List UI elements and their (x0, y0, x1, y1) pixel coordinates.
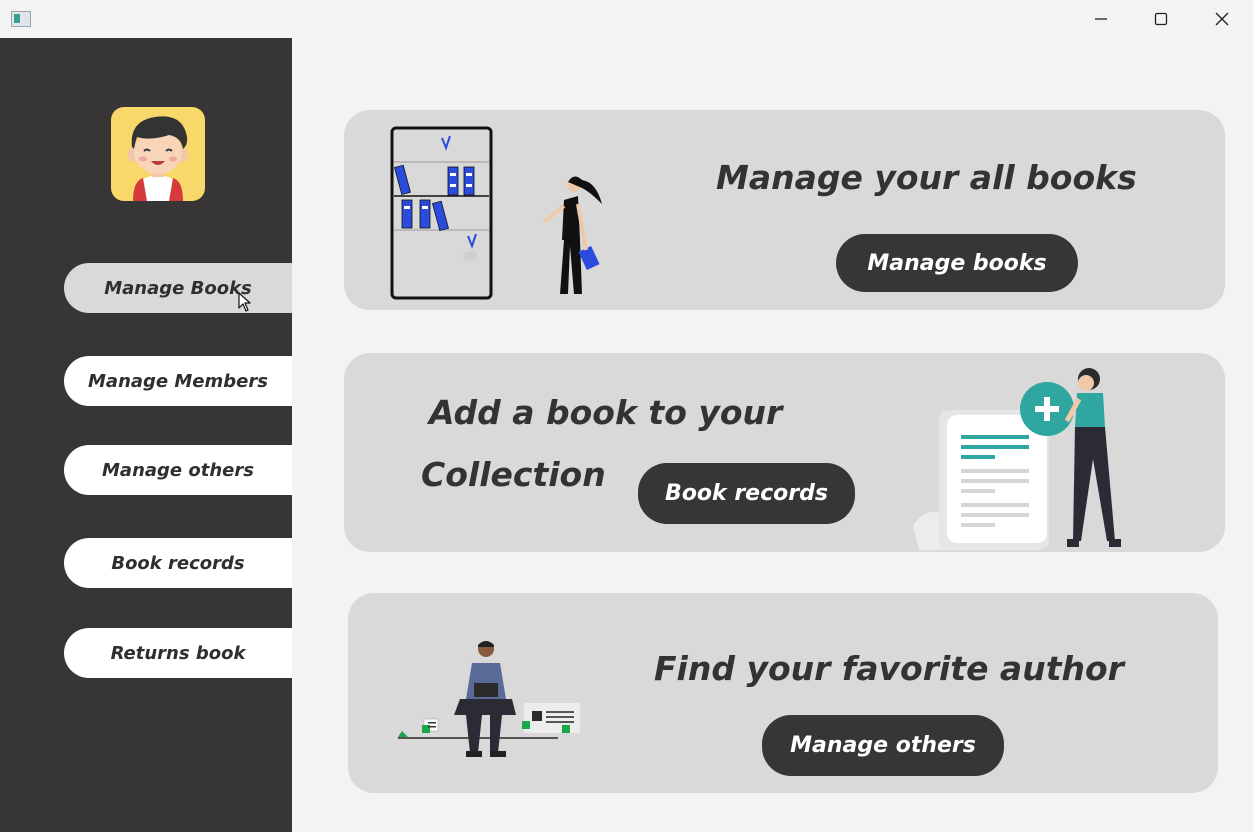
minimize-icon (1095, 18, 1107, 20)
user-avatar[interactable] (111, 107, 205, 201)
mouse-cursor-icon (238, 292, 251, 312)
card-title-line-2: Collection (421, 455, 606, 494)
sidebar-item-label: Returns book (110, 642, 246, 664)
book-records-button[interactable]: Book records (638, 463, 855, 524)
card-title: Find your favorite author (654, 649, 1124, 688)
maximize-icon (1154, 12, 1168, 26)
maximize-button[interactable] (1138, 0, 1184, 38)
sidebar-item-label: Manage Books (104, 277, 252, 299)
add-document-woman-illustration (913, 368, 1121, 550)
manage-others-button[interactable]: Manage others (762, 715, 1004, 776)
sidebar-item-manage-others[interactable]: Manage others (64, 445, 292, 495)
sidebar-item-returns-book[interactable]: Returns book (64, 628, 292, 678)
sidebar-item-label: Book records (111, 552, 245, 574)
title-bar (0, 0, 1253, 38)
manage-books-card: Manage your all books Manage books (344, 110, 1225, 310)
close-button[interactable] (1199, 0, 1245, 38)
minimize-button[interactable] (1078, 0, 1124, 38)
sidebar-item-manage-members[interactable]: Manage Members (64, 356, 292, 406)
manage-books-button[interactable]: Manage books (836, 234, 1078, 292)
find-author-card: Find your favorite author Manage others (348, 593, 1218, 793)
sidebar-item-label: Manage others (102, 459, 254, 481)
card-title-line-1: Add a book to your (429, 393, 783, 432)
sidebar-item-manage-books[interactable]: Manage Books (64, 263, 292, 313)
sidebar-item-book-records[interactable]: Book records (64, 538, 292, 588)
sidebar-item-label: Manage Members (88, 370, 268, 392)
add-book-card: Add a book to your Collection Book recor… (344, 353, 1225, 552)
bookshelf-woman-illustration (390, 126, 602, 300)
man-with-laptop-illustration (398, 641, 580, 757)
close-icon (1215, 12, 1229, 26)
app-window-icon (11, 11, 31, 27)
card-title: Manage your all books (716, 158, 1137, 197)
sidebar: Manage Books Manage Members Manage other… (0, 38, 292, 832)
